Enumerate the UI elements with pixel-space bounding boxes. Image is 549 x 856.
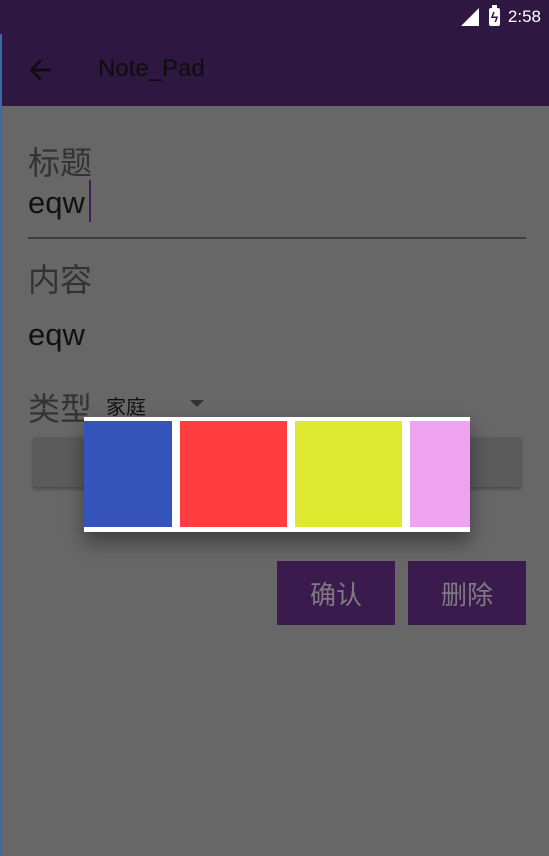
status-time: 2:58 [507,7,541,26]
window-edge [0,34,2,856]
back-arrow-icon[interactable] [24,54,56,86]
type-spinner[interactable]: 家庭 [106,391,146,420]
app-bar: Note_Pad [0,34,549,106]
battery-charging-icon: ϟ [488,5,500,26]
color-swatch-yellow[interactable] [295,421,402,527]
text-cursor [89,180,91,222]
title-input-underline [28,237,526,239]
type-label: 类型 [28,390,93,428]
status-bar: ϟ 2:58 [0,0,549,34]
title-label: 标题 [28,144,93,182]
color-swatch-red[interactable] [180,421,287,527]
color-swatch-pink[interactable] [410,421,470,527]
dropdown-arrow-icon[interactable] [190,400,204,407]
confirm-button[interactable]: 确认 [277,561,395,625]
color-swatch-blue[interactable] [84,421,172,527]
color-picker-popup [84,417,470,532]
delete-button[interactable]: 删除 [408,561,526,625]
content-label: 内容 [28,261,93,299]
title-input[interactable]: eqw [28,185,85,221]
app-title: Note_Pad [98,55,205,82]
content-input[interactable]: eqw [28,317,85,353]
signal-icon [460,8,479,26]
